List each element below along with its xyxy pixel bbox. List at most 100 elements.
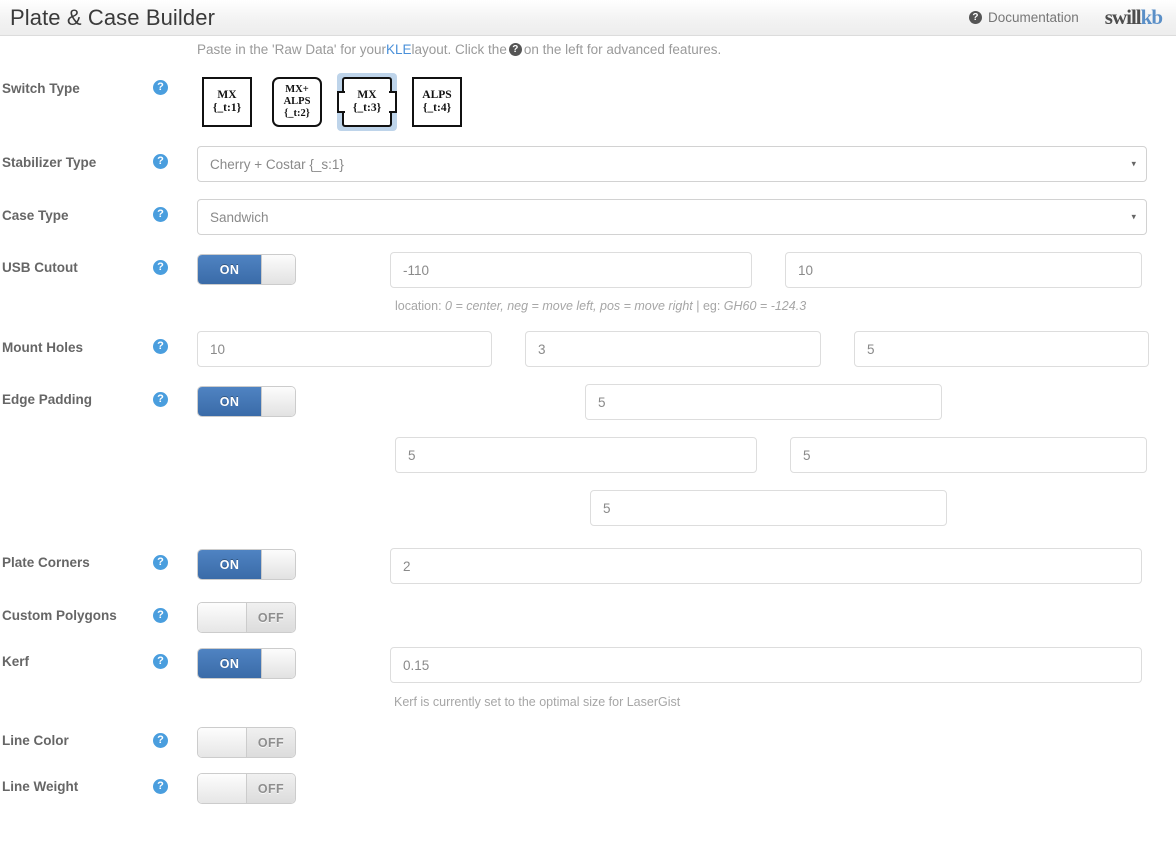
question-circle-icon: ? [508,42,522,56]
row-plate-corners: Plate Corners ? ON 2 [0,548,1176,584]
field-edge-padding: ON 5 5 5 5 [197,384,1176,526]
kle-link[interactable]: KLE [386,42,412,57]
help-kerf[interactable]: ? [148,647,197,669]
toggle-handle [261,387,295,416]
case-type-value: Sandwich [210,209,269,225]
usb-hint-italic2: GH60 = -124.3 [723,299,807,313]
help-custom-polygons[interactable]: ? [148,601,197,623]
question-circle-icon[interactable]: ? [153,80,168,95]
row-switch-type: Switch Type ? MX {_t:1} MX+ ALPS {_t:2} [0,73,1176,131]
switch-option-line1: ALPS [422,89,452,102]
toggle-on-label: ON [198,550,261,579]
help-plate-corners[interactable]: ? [148,548,197,570]
line-weight-toggle[interactable]: OFF [197,773,296,804]
switch-type-option-alps-t4[interactable]: ALPS {_t:4} [407,73,467,131]
label-stabilizer-type: Stabilizer Type [2,155,97,170]
edge-padding-top-input[interactable]: 5 [585,384,942,420]
question-circle-icon[interactable]: ? [153,555,168,570]
switch-cutout-square-icon: ALPS {_t:4} [412,77,462,127]
field-custom-polygons: OFF [197,601,1176,633]
help-edge-padding[interactable]: ? [148,384,197,407]
plate-corners-input[interactable]: 2 [390,548,1142,584]
help-stabilizer-type[interactable]: ? [148,146,197,169]
toggle-on-label: ON [198,649,261,678]
toggle-handle [261,649,295,678]
label-custom-polygons: Custom Polygons [2,608,117,623]
toggle-off-label: OFF [247,603,295,632]
documentation-label: Documentation [987,10,1079,25]
case-type-select[interactable]: Sandwich ▾ [197,199,1147,235]
switch-type-option-mx-alps-t2[interactable]: MX+ ALPS {_t:2} [267,73,327,131]
help-line-weight[interactable]: ? [148,772,197,794]
row-usb-cutout: USB Cutout ? ON -110 10 location: 0 = ce… [0,252,1176,313]
field-usb-cutout: ON -110 10 location: 0 = center, neg = m… [197,252,1176,313]
kerf-input[interactable]: 0.15 [390,647,1142,683]
line-color-toggle[interactable]: OFF [197,727,296,758]
label-edge-padding: Edge Padding [2,392,93,407]
switch-cutout-rounded-icon: MX+ ALPS {_t:2} [272,77,322,127]
kerf-toggle[interactable]: ON [197,648,296,679]
app-header: Plate & Case Builder ? Documentation swi… [0,0,1176,36]
question-circle-icon[interactable]: ? [153,392,168,407]
usb-cutout-width-input[interactable]: -110 [390,252,752,288]
question-circle-icon[interactable]: ? [153,608,168,623]
plate-corners-toggle[interactable]: ON [197,549,296,580]
switch-option-line2: {_t:4} [422,102,452,114]
mount-holes-input-3[interactable]: 5 [854,331,1149,367]
custom-polygons-toggle[interactable]: OFF [197,602,296,633]
switch-cutout-square-icon: MX {_t:1} [202,77,252,127]
mount-holes-input-1[interactable]: 10 [197,331,492,367]
help-mount-holes[interactable]: ? [148,331,197,354]
usb-cutout-radius-input[interactable]: 10 [785,252,1142,288]
edge-padding-bottom-input[interactable]: 5 [590,490,947,526]
toggle-on-label: ON [198,387,261,416]
usb-hint-prefix: location: [395,299,446,313]
switch-type-option-mx-t3[interactable]: MX {_t:3} [337,73,397,131]
logo-text-accent: kb [1140,5,1163,29]
switch-option-line2: {_t:1} [212,102,242,114]
toggle-handle [261,255,295,284]
question-circle-icon[interactable]: ? [153,733,168,748]
switch-option-line2: {_t:3} [352,102,382,114]
edge-padding-left-input[interactable]: 5 [395,437,757,473]
switch-type-option-mx-t1[interactable]: MX {_t:1} [197,73,257,131]
question-circle-icon[interactable]: ? [153,207,168,222]
help-switch-type[interactable]: ? [148,73,197,95]
row-case-type: Case Type ? Sandwich ▾ [0,199,1176,235]
builder-form: Switch Type ? MX {_t:1} MX+ ALPS {_t:2} [0,73,1176,804]
field-case-type: Sandwich ▾ [197,199,1176,235]
question-circle-icon[interactable]: ? [153,779,168,794]
logo-text-primary: swill [1104,5,1142,29]
label-line-weight: Line Weight [2,779,79,794]
toggle-on-label: ON [198,255,261,284]
help-line-color[interactable]: ? [148,726,197,748]
help-case-type[interactable]: ? [148,199,197,222]
edge-padding-toggle[interactable]: ON [197,386,296,417]
switch-option-line2: ALPS [283,96,311,108]
question-circle-icon[interactable]: ? [153,260,168,275]
row-stabilizer-type: Stabilizer Type ? Cherry + Costar {_s:1}… [0,146,1176,182]
question-circle-icon[interactable]: ? [153,154,168,169]
help-usb-cutout[interactable]: ? [148,252,197,275]
toggle-off-label: OFF [247,774,295,803]
instructions-part-1: Paste in the 'Raw Data' for your [197,41,386,57]
edge-padding-right-input[interactable]: 5 [790,437,1147,473]
switch-cutout-notched-icon: MX {_t:3} [342,77,392,127]
stabilizer-type-select[interactable]: Cherry + Costar {_s:1} ▾ [197,146,1147,182]
row-mount-holes: Mount Holes ? 10 3 5 [0,331,1176,367]
mount-holes-input-2[interactable]: 3 [525,331,821,367]
label-mount-holes: Mount Holes [2,340,83,355]
question-circle-icon[interactable]: ? [153,339,168,354]
usb-cutout-hint: location: 0 = center, neg = move left, p… [395,299,1176,313]
row-line-weight: Line Weight ? OFF [0,772,1176,804]
question-circle-icon[interactable]: ? [153,654,168,669]
swillkb-logo[interactable]: swillkb [1104,5,1163,29]
field-switch-type: MX {_t:1} MX+ ALPS {_t:2} MX {_t:3} ALPS… [197,73,1176,131]
usb-cutout-toggle[interactable]: ON [197,254,296,285]
field-mount-holes: 10 3 5 [197,331,1176,367]
toggle-handle [198,774,247,803]
toggle-handle [198,728,247,757]
toggle-handle [198,603,247,632]
documentation-link[interactable]: ? Documentation [968,10,1079,25]
kerf-hint: Kerf is currently set to the optimal siz… [394,695,681,709]
